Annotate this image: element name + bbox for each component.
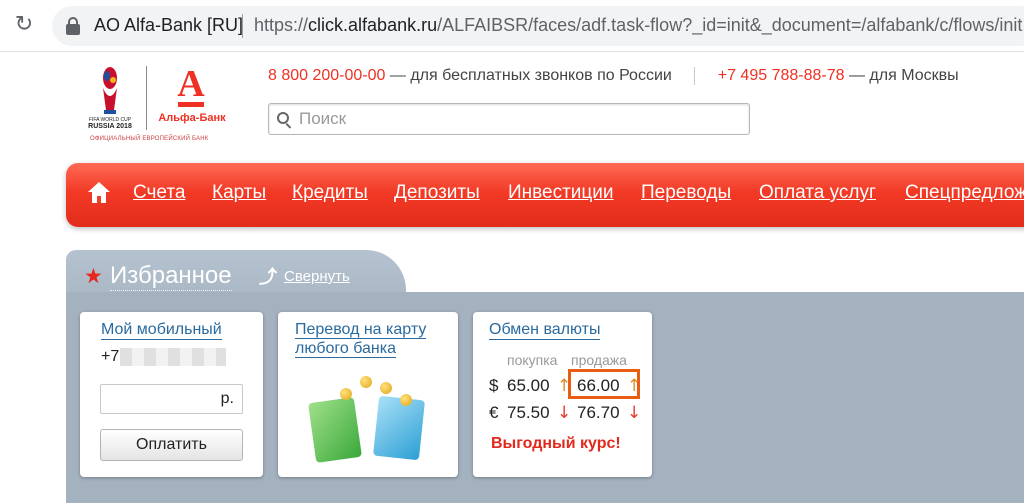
coin-icon xyxy=(380,382,392,394)
currency-symbol: $ xyxy=(489,376,499,395)
reload-icon[interactable]: ↻ xyxy=(12,13,36,37)
amount-field[interactable]: р. xyxy=(100,384,243,414)
fifa-logo-line2: RUSSIA 2018 xyxy=(88,123,132,130)
buy-rate: 65.00 xyxy=(507,376,550,395)
home-icon[interactable] xyxy=(88,182,110,204)
star-icon: ★ xyxy=(84,264,103,288)
url-path: /ALFAIBSR/faces/adf.task-flow?_id=init&_… xyxy=(437,15,1024,35)
coin-icon xyxy=(340,388,352,400)
collapse-link[interactable]: Свернуть xyxy=(284,268,350,285)
site-search[interactable] xyxy=(268,103,750,135)
nav-item-special-offers[interactable]: Спецпредложения xyxy=(905,182,1024,204)
mobile-payment-card: Мой мобильный +7 р. Оплатить xyxy=(80,312,263,477)
search-input[interactable] xyxy=(299,107,739,131)
url-domain: click.alfabank.ru xyxy=(308,15,438,35)
currency-exchange-card: Обмен валюты покупка продажа $ 65.00 ↑ 6… xyxy=(473,312,652,477)
card-transfer-card: Перевод на карту любого банка xyxy=(278,312,458,477)
phone-moscow[interactable]: +7 495 788-88-78 xyxy=(718,67,845,84)
lock-icon[interactable] xyxy=(66,17,80,35)
currency-label: р. xyxy=(220,390,234,407)
blue-card-icon xyxy=(372,395,426,461)
exchange-card-title[interactable]: Обмен валюты xyxy=(489,320,601,340)
mobile-card-title[interactable]: Мой мобильный xyxy=(101,320,222,340)
alfa-logo-name: Альфа-Банк xyxy=(158,112,226,124)
favorites-title: Избранное xyxy=(110,262,232,291)
arrow-down-icon: ↓ xyxy=(627,403,642,423)
alfa-bank-logo[interactable]: А Альфа-Банк xyxy=(156,64,226,130)
contact-phones: 8 800 200-00-00 — для бесплатных звонков… xyxy=(268,67,959,85)
logo-divider xyxy=(146,66,147,130)
fx-row-usd: $ 65.00 ↑ 66.00 ↑ xyxy=(473,376,652,398)
masked-phone-number xyxy=(120,348,226,366)
phone-free-desc: — для бесплатных звонков по России xyxy=(389,67,672,85)
coin-icon xyxy=(400,394,412,406)
nav-item-investments[interactable]: Инвестиции xyxy=(508,182,614,204)
alfa-logo-letter: А xyxy=(177,63,205,105)
main-nav: Счета Карты Кредиты Депозиты Инвестиции … xyxy=(66,163,1024,227)
arrow-down-icon: ↓ xyxy=(557,403,572,423)
search-icon xyxy=(277,112,293,129)
phone-prefix: +7 xyxy=(101,348,120,365)
arrow-up-icon: ↑ xyxy=(557,376,572,396)
phone-moscow-desc: — для Москвы xyxy=(848,67,959,85)
fx-row-eur: € 75.50 ↓ 76.70 ↓ xyxy=(473,403,652,425)
transfer-card-title[interactable]: Перевод на карту любого банка xyxy=(295,320,445,358)
card-transfer-illustration[interactable] xyxy=(304,374,434,466)
url-divider xyxy=(242,14,243,38)
sell-rate: 66.00 xyxy=(577,376,620,395)
currency-symbol: € xyxy=(489,403,499,422)
sell-column-header: продажа xyxy=(571,352,627,368)
buy-rate: 75.50 xyxy=(507,403,550,422)
transfer-title-line2[interactable]: любого банка xyxy=(295,340,397,358)
sell-rate: 76.70 xyxy=(577,403,620,422)
coin-icon xyxy=(360,376,372,388)
nav-item-credits[interactable]: Кредиты xyxy=(292,182,368,204)
nav-item-payments[interactable]: Оплата услуг xyxy=(759,182,876,204)
url-text[interactable]: https://click.alfabank.ru/ALFAIBSR/faces… xyxy=(254,15,1024,36)
address-bar[interactable]: AO Alfa-Bank [RU] https://click.alfabank… xyxy=(52,6,1024,46)
pay-button[interactable]: Оплатить xyxy=(100,429,243,461)
site-identity[interactable]: AO Alfa-Bank [RU] xyxy=(94,15,243,36)
amount-input[interactable] xyxy=(105,389,205,409)
nav-item-cards[interactable]: Карты xyxy=(212,182,266,204)
fifa-world-cup-logo: FIFA WORLD CUP RUSSIA 2018 xyxy=(88,67,132,130)
logo-subtitle: ОФИЦИАЛЬНЫЙ ЕВРОПЕЙСКИЙ БАНК xyxy=(90,136,209,142)
nav-item-accounts[interactable]: Счета xyxy=(133,182,185,204)
transfer-title-line1[interactable]: Перевод на карту xyxy=(295,321,427,339)
green-card-icon xyxy=(308,397,362,463)
nav-item-transfers[interactable]: Переводы xyxy=(641,182,731,204)
url-prefix: https:// xyxy=(254,15,309,35)
buy-column-header: покупка xyxy=(507,352,558,368)
browser-toolbar: ↻ AO Alfa-Bank [RU] https://click.alfaba… xyxy=(0,0,1024,52)
arrow-up-icon: ↑ xyxy=(627,376,642,396)
promo-text[interactable]: Выгодный курс! xyxy=(491,435,621,453)
alfa-logo-bar xyxy=(178,102,204,107)
phone-free[interactable]: 8 800 200-00-00 xyxy=(268,67,385,84)
collapse-icon[interactable]: ⤴ xyxy=(259,269,277,287)
nav-item-deposits[interactable]: Депозиты xyxy=(394,182,480,204)
phone-divider xyxy=(694,67,696,85)
